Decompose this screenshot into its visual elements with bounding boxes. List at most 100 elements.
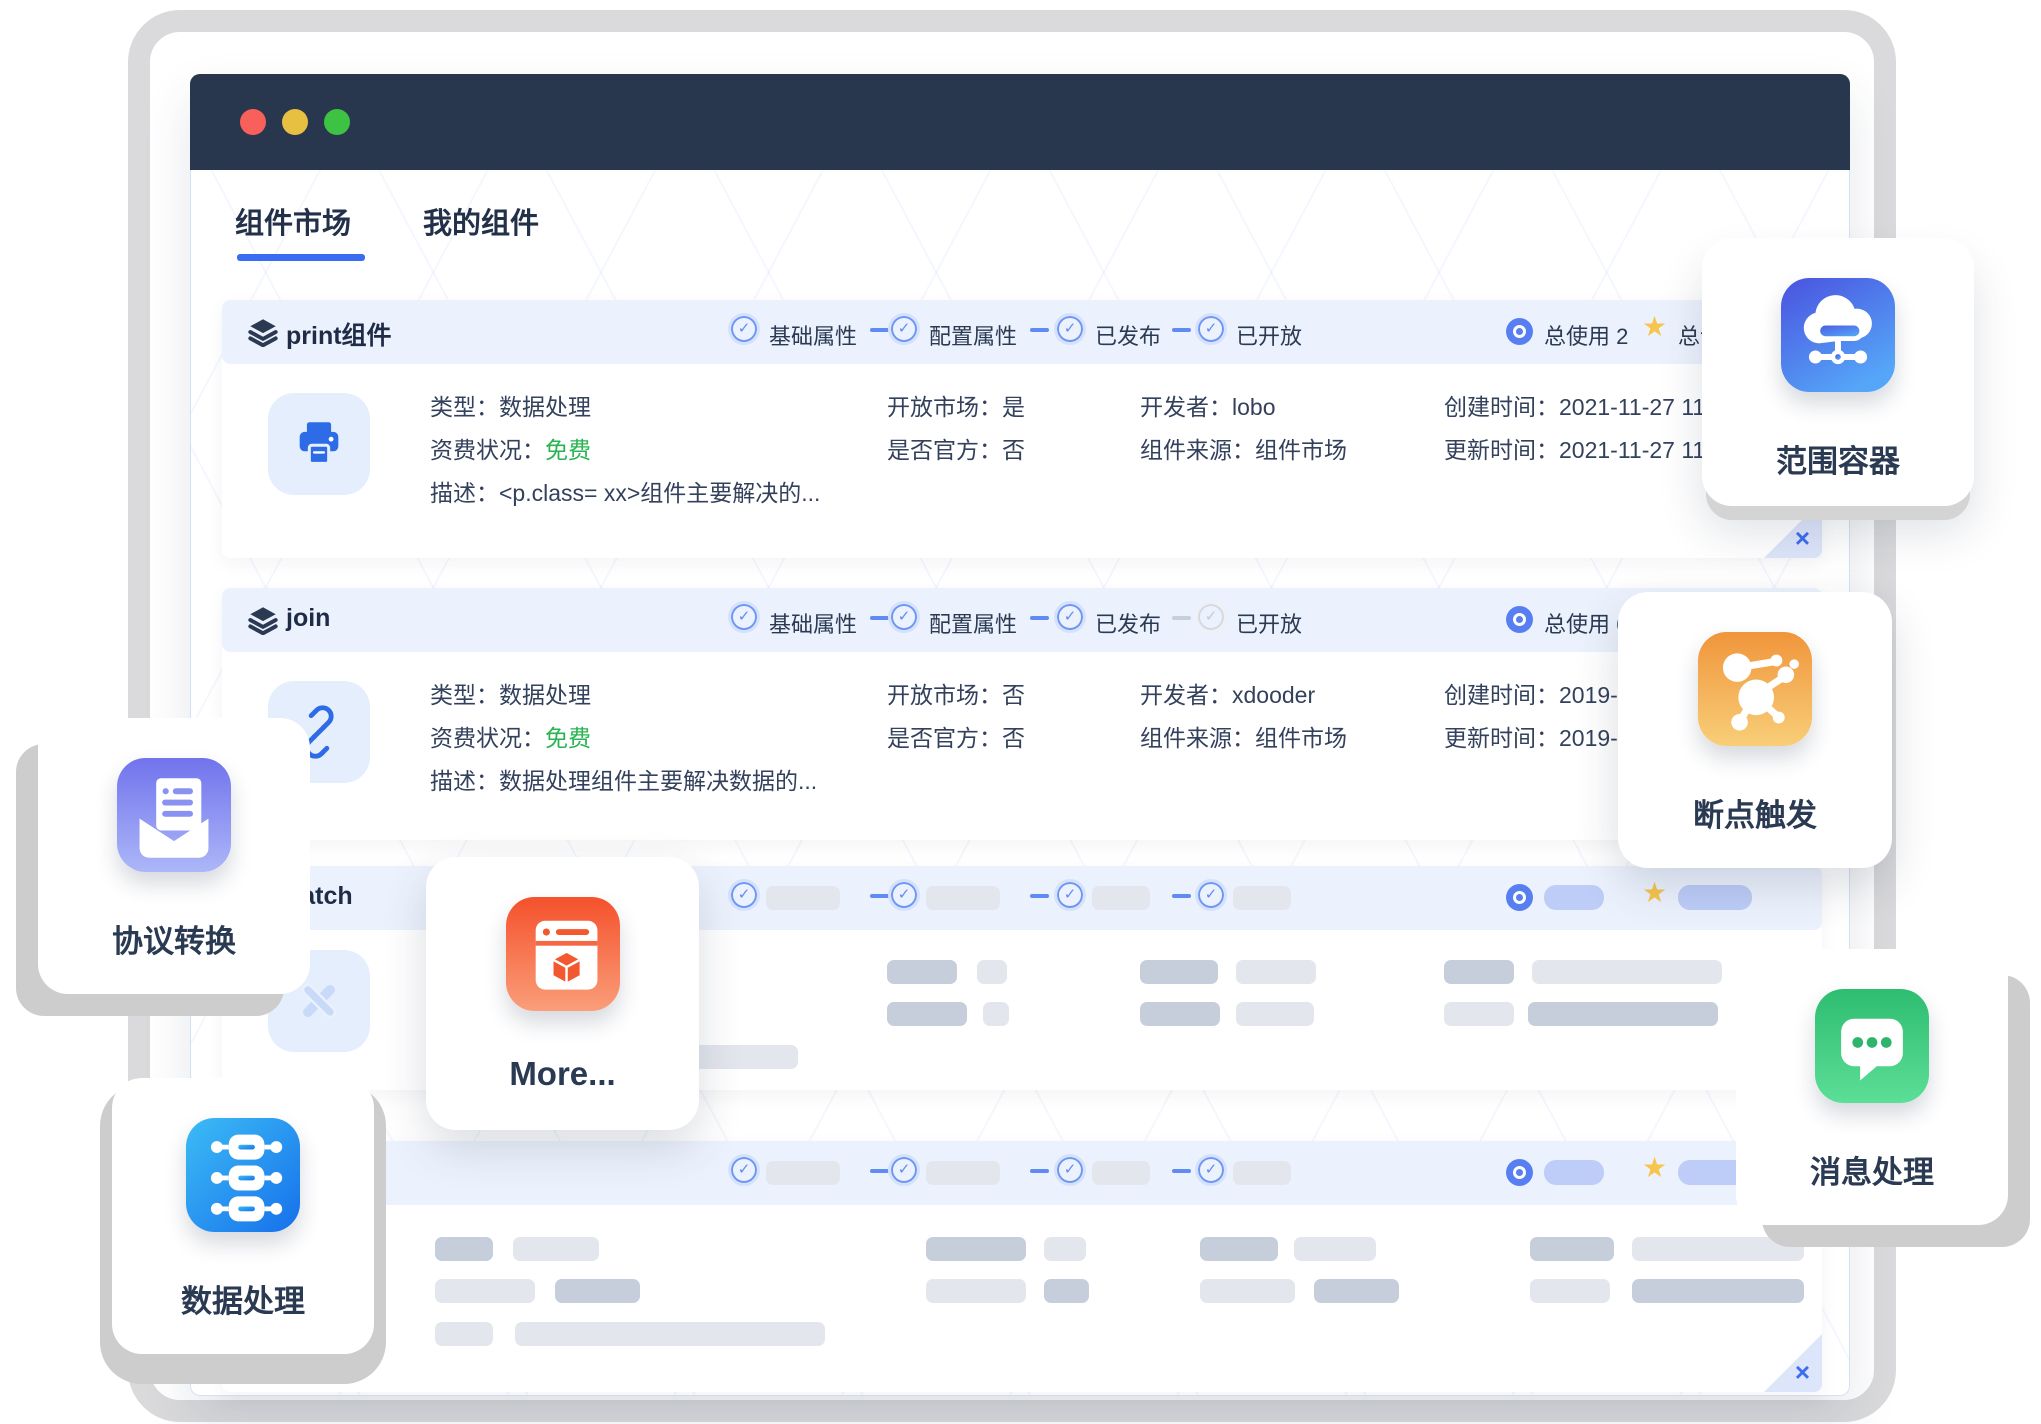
step-divider (1030, 328, 1049, 332)
floating-card-breakpoint-trigger[interactable]: 断点触发 (1618, 592, 1892, 868)
card-header: print组件 基础属性 配置属性 已发布 已开放 总使用 2 ★ 总评 (222, 300, 1822, 364)
step-label: 已开放 (1236, 607, 1302, 639)
cloud-network-icon (1781, 278, 1895, 392)
component-card-skeleton[interactable]: ★ × (222, 1141, 1822, 1392)
step-divider (1172, 1169, 1191, 1173)
close-window-dot[interactable] (240, 109, 266, 135)
skeleton-pill (515, 1322, 825, 1346)
field-fee: 资费状况：免费 (430, 719, 591, 753)
skeleton-pill (1544, 1160, 1604, 1185)
step-check-icon (1057, 316, 1083, 342)
floating-card-data-processing[interactable]: 数据处理 (112, 1078, 374, 1354)
field-created: 创建时间：2019-1 (1444, 676, 1631, 710)
step-divider (1172, 328, 1191, 332)
close-icon[interactable]: × (1795, 523, 1810, 554)
skeleton-pill (766, 1161, 840, 1185)
step-divider (870, 616, 889, 620)
skeleton-pill (1444, 960, 1514, 984)
skeleton-pill (1044, 1237, 1086, 1261)
skeleton-pill (887, 1002, 967, 1026)
skeleton-pill (983, 1002, 1009, 1026)
skeleton-pill (513, 1237, 599, 1261)
step-divider (1030, 616, 1049, 620)
active-tab-indicator (237, 254, 365, 261)
step-check-icon (1198, 1157, 1224, 1183)
step-divider (1030, 1169, 1049, 1173)
step-label: 已发布 (1095, 319, 1161, 351)
skeleton-pill (1678, 885, 1752, 910)
field-developer: 开发者：xdooder (1140, 676, 1315, 710)
skeleton-pill (1632, 1279, 1804, 1303)
card-header: join 基础属性 配置属性 已发布 已开放 总使用 6 ★ 总评 (222, 588, 1822, 652)
floating-card-label: 协议转换 (38, 916, 310, 961)
component-card-print[interactable]: print组件 基础属性 配置属性 已发布 已开放 总使用 2 ★ 总评 (222, 300, 1822, 558)
skeleton-pill (977, 960, 1007, 984)
field-source: 组件来源：组件市场 (1140, 719, 1347, 753)
step-label: 已发布 (1095, 607, 1161, 639)
chat-bubble-icon (1815, 989, 1929, 1103)
layers-icon (248, 605, 278, 635)
skeleton-pill (1236, 1002, 1314, 1026)
skeleton-pill (1092, 886, 1150, 910)
tab-my-components[interactable]: 我的组件 (423, 200, 539, 242)
floating-card-scope-container[interactable]: 范围容器 (1702, 238, 1974, 506)
step-label: 基础属性 (769, 319, 857, 351)
field-desc: 描述：<p.class= xx>组件主要解决的... (430, 474, 820, 508)
card-corner-fold (1764, 1334, 1822, 1392)
skeleton-pill (926, 886, 1000, 910)
skeleton-pill (926, 1279, 1026, 1303)
close-icon[interactable]: × (1795, 1357, 1810, 1388)
skeleton-pill (1092, 1161, 1150, 1185)
printer-icon (268, 393, 370, 495)
skeleton-pill (1233, 1161, 1291, 1185)
step-divider (870, 1169, 889, 1173)
floating-card-message-processing[interactable]: 消息处理 (1736, 949, 2008, 1225)
tab-component-market[interactable]: 组件市场 (235, 200, 351, 242)
floating-card-protocol-conversion[interactable]: 协议转换 (38, 718, 310, 994)
step-divider (1172, 616, 1191, 620)
step-check-icon (891, 1157, 917, 1183)
step-check-icon (1057, 1157, 1083, 1183)
field-type: 类型：数据处理 (430, 676, 591, 710)
component-card-join[interactable]: join 基础属性 配置属性 已发布 已开放 总使用 6 ★ 总评 类型 (222, 588, 1822, 840)
field-updated: 更新时间：2021-11-27 11:2 (1444, 431, 1724, 465)
field-fee: 资费状况：免费 (430, 431, 591, 465)
skeleton-pill (1632, 1237, 1804, 1261)
step-label: 配置属性 (929, 607, 1017, 639)
maximize-window-dot[interactable] (324, 109, 350, 135)
layers-icon (248, 317, 278, 347)
usage-eye-icon (1506, 606, 1533, 633)
step-check-icon (1057, 882, 1083, 908)
step-check-icon (891, 882, 917, 908)
skeleton-pill (1236, 960, 1316, 984)
rating-star-icon: ★ (1642, 1151, 1667, 1184)
skeleton-pill (555, 1279, 640, 1303)
content-area: 组件市场 我的组件 print组件 基础属性 配置属性 已发布 已开放 (190, 170, 1850, 1396)
field-official: 是否官方：否 (887, 719, 1025, 753)
card-header: ★ (222, 1141, 1822, 1205)
app-window: 组件市场 我的组件 print组件 基础属性 配置属性 已发布 已开放 (190, 74, 1850, 1396)
skeleton-pill (1532, 960, 1722, 984)
step-check-icon-inactive (1198, 604, 1224, 630)
skeleton-pill (766, 886, 840, 910)
field-updated: 更新时间：2019-1 (1444, 719, 1631, 753)
step-check-icon (1198, 882, 1224, 908)
skeleton-pill (926, 1237, 1026, 1261)
window-titlebar (190, 74, 1850, 170)
skeleton-pill (1528, 1002, 1718, 1026)
usage-eye-icon (1506, 1159, 1533, 1186)
step-divider (870, 328, 889, 332)
data-nodes-icon (186, 1118, 300, 1232)
step-label: 配置属性 (929, 319, 1017, 351)
card-corner-fold (1764, 500, 1822, 558)
skeleton-pill (1140, 1002, 1220, 1026)
step-check-icon (731, 316, 757, 342)
step-divider (1172, 894, 1191, 898)
molecule-icon (1698, 632, 1812, 746)
step-label: 基础属性 (769, 607, 857, 639)
minimize-window-dot[interactable] (282, 109, 308, 135)
skeleton-pill (1200, 1279, 1295, 1303)
floating-card-more[interactable]: More... (426, 857, 699, 1130)
skeleton-pill (1233, 886, 1291, 910)
field-official: 是否官方：否 (887, 431, 1025, 465)
